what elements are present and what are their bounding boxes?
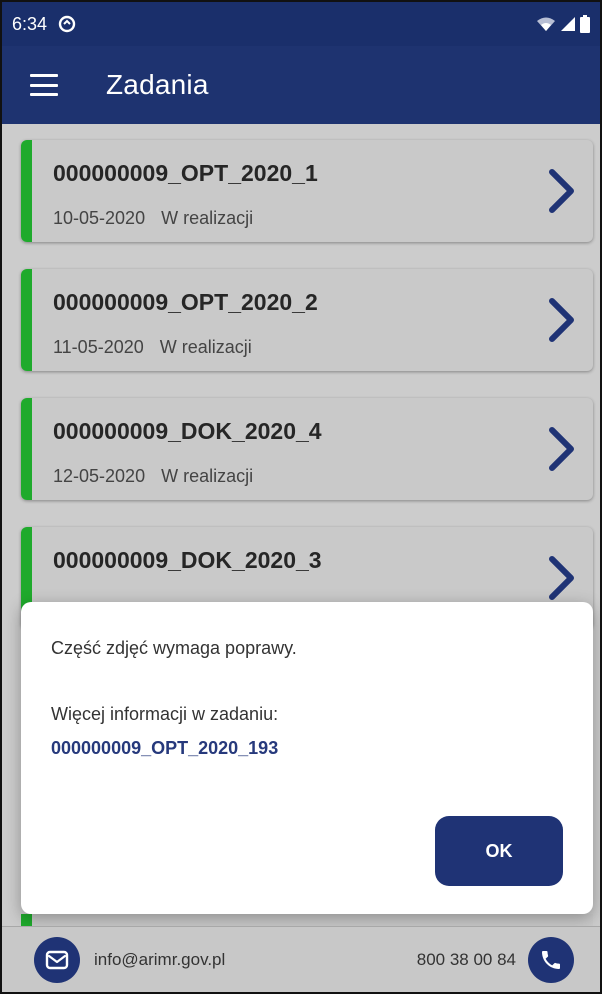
task-meta: 10-05-2020 W realizacji [53, 208, 253, 229]
chevron-right-icon [549, 169, 574, 213]
wifi-icon [536, 16, 556, 32]
task-date: 12-05-2020 [53, 466, 146, 486]
ok-button[interactable]: OK [435, 816, 563, 886]
task-card[interactable]: 000000009_OPT_2020_2 11-05-2020 W realiza… [21, 269, 593, 371]
dialog-message: Część zdjęć wymaga poprawy. [51, 638, 297, 658]
task-meta: 11-05-2020 W realizacji [53, 337, 252, 358]
chevron-right-icon [549, 298, 574, 342]
app-bar: Zadania [2, 46, 600, 124]
dialog-task-link[interactable]: 000000009_OPT_2020_193 [51, 738, 278, 759]
chevron-right-icon [549, 556, 574, 600]
status-stripe [21, 140, 32, 242]
task-status: W realizacji [159, 337, 252, 357]
task-status: W realizacji [161, 208, 254, 228]
task-card[interactable]: 000000009_DOK_2020_4 12-05-2020 W realiza… [21, 398, 593, 500]
page-title: Zadania [106, 69, 209, 100]
task-meta: 12-05-2020 W realizacji [53, 466, 253, 487]
task-date: 10-05-2020 [53, 208, 146, 228]
task-code: 000000009_OPT_2020_1 [53, 160, 318, 186]
signal-icon [560, 16, 576, 32]
contact-email[interactable]: info@arimr.gov.pl [94, 950, 225, 970]
data-saver-icon [57, 14, 77, 34]
task-code: 000000009_DOK_2020_4 [53, 418, 322, 444]
mail-icon[interactable] [34, 936, 80, 983]
chevron-right-icon [549, 427, 574, 471]
task-date: 11-05-2020 [53, 337, 144, 357]
dialog-more-info: Więcej informacji w zadaniu: [51, 704, 279, 724]
task-card[interactable]: 000000009_OPT_2020_1 10-05-2020 W realiza… [21, 140, 593, 242]
phone-icon[interactable] [528, 936, 574, 983]
status-bar: 6:34 [2, 2, 600, 46]
battery-icon [580, 15, 590, 33]
status-stripe [21, 398, 32, 500]
alert-dialog: Część zdjęć wymaga poprawy. Więcej infor… [21, 602, 593, 914]
hamburger-menu-icon[interactable] [30, 74, 58, 96]
task-code: 000000009_DOK_2020_3 [53, 547, 322, 573]
clock: 6:34 [12, 13, 48, 34]
task-code: 000000009_OPT_2020_2 [53, 289, 318, 315]
task-status: W realizacji [161, 466, 254, 486]
status-stripe [21, 269, 32, 371]
screen: 6:34 Zadania 000000009_OPT_2020_1 10-05-… [0, 0, 602, 994]
contact-phone[interactable]: 800 38 00 84 [417, 950, 516, 970]
contact-footer: info@arimr.gov.pl 800 38 00 84 [2, 926, 600, 992]
